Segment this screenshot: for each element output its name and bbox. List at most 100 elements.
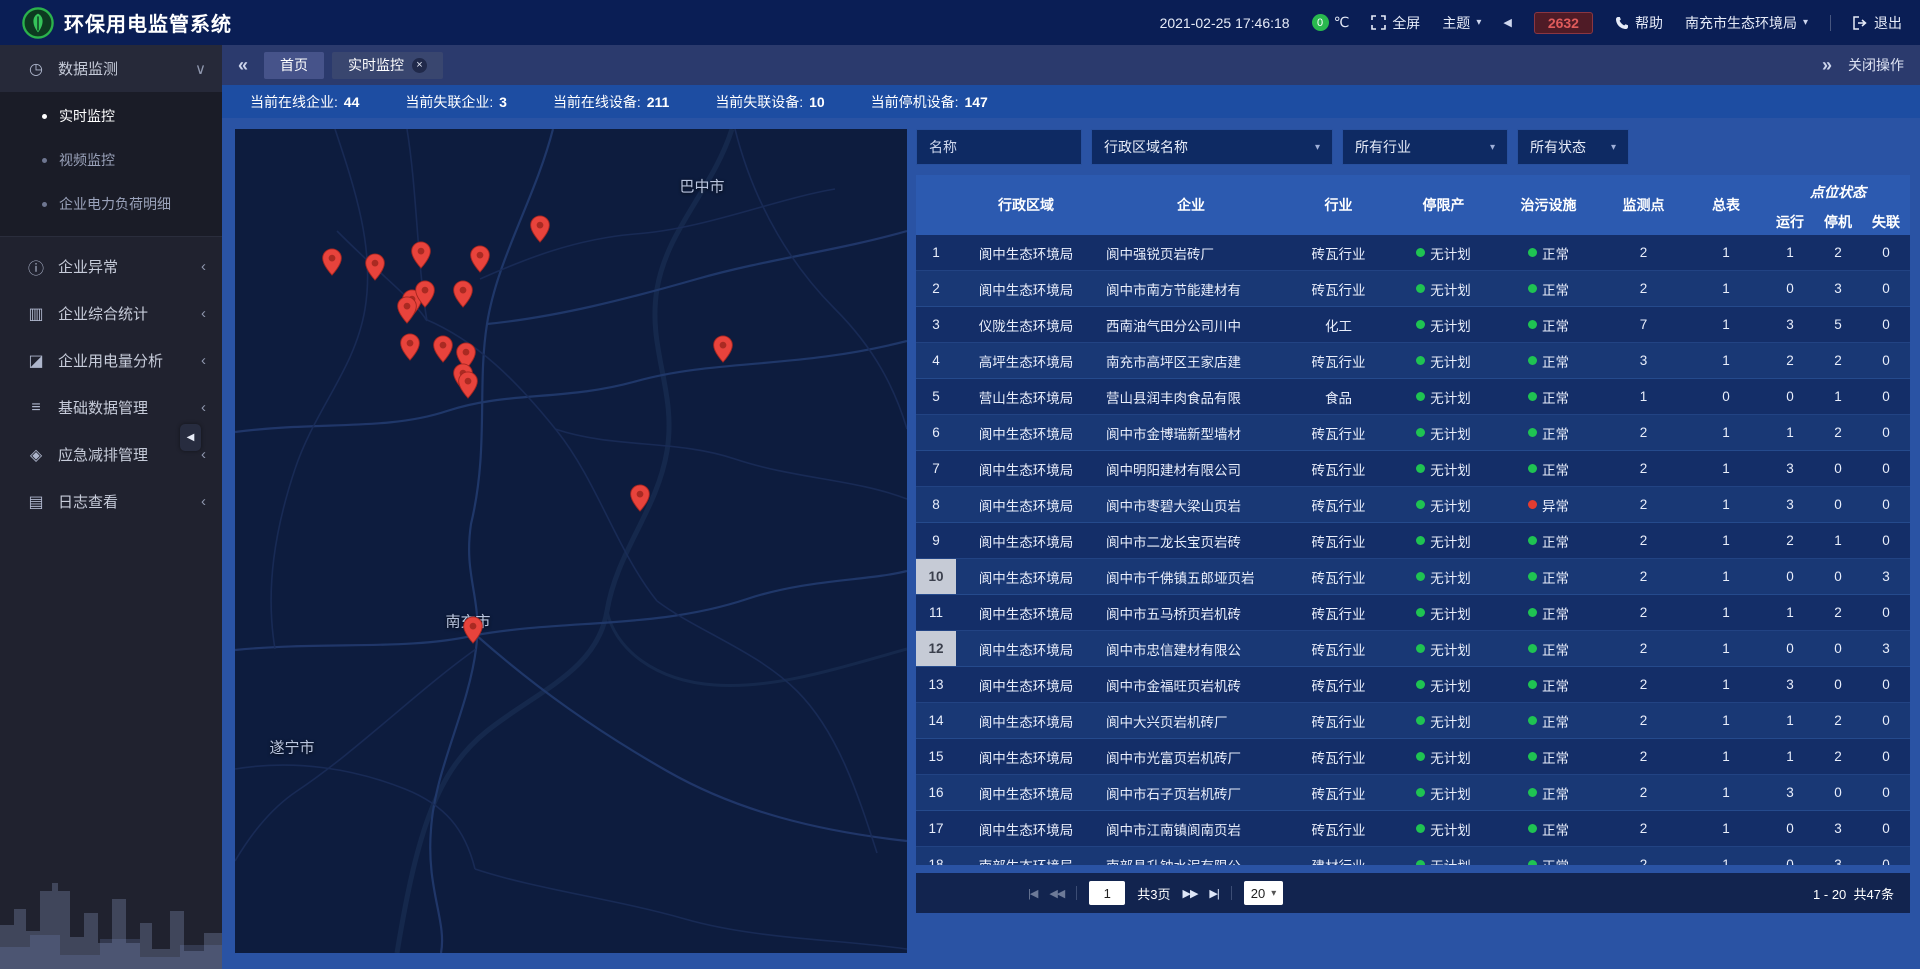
halt-text: 无计划: [1430, 855, 1471, 866]
sidebar-item-power-usage-analysis[interactable]: ◪企业用电量分析‹: [0, 337, 222, 384]
cell-facility-status: 正常: [1496, 811, 1601, 846]
cell-region: 阆中生态环境局: [956, 595, 1096, 630]
cell-facility-status: 正常: [1496, 523, 1601, 558]
map-pin-icon[interactable]: [713, 335, 734, 368]
row-number: 13: [916, 667, 956, 702]
logout-label: 退出: [1874, 13, 1902, 33]
sidebar-item-enterprise-statistics[interactable]: ▥企业综合统计‹: [0, 290, 222, 337]
table-row[interactable]: 16阆中生态环境局阆中市石子页岩机砖厂砖瓦行业无计划正常21300: [916, 775, 1910, 811]
map-pin-icon[interactable]: [433, 335, 454, 368]
table-row[interactable]: 5营山生态环境局营山县润丰肉食品有限食品无计划正常10010: [916, 379, 1910, 415]
cell-number: 2: [1601, 775, 1686, 810]
table-row[interactable]: 15阆中生态环境局阆中市光富页岩机砖厂砖瓦行业无计划正常21120: [916, 739, 1910, 775]
table-row[interactable]: 8阆中生态环境局阆中市枣碧大梁山页岩砖瓦行业无计划异常21300: [916, 487, 1910, 523]
table-row[interactable]: 1阆中生态环境局阆中强锐页岩砖厂砖瓦行业无计划正常21120: [916, 235, 1910, 271]
cell-number: 0: [1766, 559, 1814, 594]
industry-select[interactable]: 所有行业 ▾: [1342, 129, 1508, 165]
page-prev-icon[interactable]: ◀◀: [1049, 887, 1064, 900]
cell-company: 阆中市金福旺页岩机砖: [1096, 667, 1286, 702]
fullscreen-button[interactable]: 全屏: [1371, 13, 1420, 33]
map-pin-icon[interactable]: [453, 280, 474, 313]
map-pin-icon[interactable]: [630, 484, 651, 517]
cell-number: 0: [1862, 739, 1910, 774]
tabs-scroll-left-icon[interactable]: «: [238, 56, 248, 74]
table-row[interactable]: 17阆中生态环境局阆中市江南镇阆南页岩砖瓦行业无计划正常21030: [916, 811, 1910, 847]
help-button[interactable]: 帮助: [1615, 13, 1663, 33]
map-panel[interactable]: 巴中市南充市遂宁市: [235, 129, 907, 953]
facility-text: 正常: [1542, 279, 1569, 299]
page-size-select[interactable]: 20 ▾: [1244, 881, 1284, 905]
table-row[interactable]: 9阆中生态环境局阆中市二龙长宝页岩砖砖瓦行业无计划正常21210: [916, 523, 1910, 559]
green-dot-icon: [1528, 788, 1537, 797]
cell-number: 1: [1686, 307, 1766, 342]
table-row[interactable]: 18南部生态环境局南部县升钟水泥有限公建材行业无计划正常21030: [916, 847, 1910, 865]
map-pin-icon[interactable]: [470, 245, 491, 278]
page-next-icon[interactable]: ▶▶: [1182, 887, 1197, 900]
org-dropdown[interactable]: 南充市生态环境局 ▾: [1685, 13, 1808, 33]
table-row[interactable]: 3仪陇生态环境局西南油气田分公司川中化工无计划正常71350: [916, 307, 1910, 343]
green-dot-icon: [1528, 680, 1537, 689]
table-row[interactable]: 12阆中生态环境局阆中市忠信建材有限公砖瓦行业无计划正常21003: [916, 631, 1910, 667]
page-last-icon[interactable]: ▶|: [1209, 887, 1218, 900]
tabs-scroll-right-icon[interactable]: »: [1822, 56, 1832, 74]
table-row[interactable]: 14阆中生态环境局阆中大兴页岩机砖厂砖瓦行业无计划正常21120: [916, 703, 1910, 739]
cell-number: 3: [1766, 775, 1814, 810]
sidebar-subitem[interactable]: 视频监控: [0, 138, 222, 182]
sidebar-item-data-monitoring[interactable]: ◷数据监测∨: [0, 45, 222, 92]
table-row[interactable]: 2阆中生态环境局阆中市南方节能建材有砖瓦行业无计划正常21030: [916, 271, 1910, 307]
cell-company: 阆中市石子页岩机砖厂: [1096, 775, 1286, 810]
sidebar-collapse-toggle[interactable]: ◀: [180, 424, 201, 451]
map-pin-icon[interactable]: [400, 333, 421, 366]
table-row[interactable]: 7阆中生态环境局阆中明阳建材有限公司砖瓦行业无计划正常21300: [916, 451, 1910, 487]
page-number-input[interactable]: [1089, 881, 1125, 905]
table-row[interactable]: 6阆中生态环境局阆中市金博瑞新型墙材砖瓦行业无计划正常21120: [916, 415, 1910, 451]
table-row[interactable]: 13阆中生态环境局阆中市金福旺页岩机砖砖瓦行业无计划正常21300: [916, 667, 1910, 703]
col-header: 企业: [1096, 175, 1286, 235]
close-operations-button[interactable]: 关闭操作: [1848, 55, 1904, 75]
map-pin-icon[interactable]: [397, 296, 418, 329]
table-row[interactable]: 4高坪生态环境局南充市高坪区王家店建砖瓦行业无计划正常31220: [916, 343, 1910, 379]
cell-facility-status: 正常: [1496, 415, 1601, 450]
status-select[interactable]: 所有状态 ▾: [1517, 129, 1629, 165]
tab-close-icon[interactable]: ×: [412, 58, 427, 73]
green-dot-icon: [1416, 608, 1425, 617]
fullscreen-label: 全屏: [1392, 13, 1420, 33]
marquee-prev-icon[interactable]: ◀: [1503, 16, 1511, 29]
table-row[interactable]: 11阆中生态环境局阆中市五马桥页岩机砖砖瓦行业无计划正常21120: [916, 595, 1910, 631]
theme-dropdown[interactable]: 主题 ▾: [1442, 13, 1481, 33]
green-dot-icon: [1528, 608, 1537, 617]
sidebar-subitem-label: 实时监控: [59, 106, 115, 126]
table-row[interactable]: 10阆中生态环境局阆中市千佛镇五郎垭页岩砖瓦行业无计划正常21003: [916, 559, 1910, 595]
alarm-count-badge[interactable]: 2632: [1534, 12, 1593, 34]
green-dot-icon: [1416, 680, 1425, 689]
map-pin-icon[interactable]: [322, 248, 343, 281]
map-pin-icon[interactable]: [463, 616, 484, 649]
sidebar-subitem[interactable]: 企业电力负荷明细: [0, 182, 222, 226]
filter-bar: 行政区域名称 ▾ 所有行业 ▾ 所有状态 ▾: [916, 129, 1910, 165]
sidebar-item-log-view[interactable]: ▤日志查看‹: [0, 478, 222, 525]
green-dot-icon: [1416, 356, 1425, 365]
tab-item[interactable]: 实时监控×: [332, 52, 443, 79]
map-pin-icon[interactable]: [530, 215, 551, 248]
cell-company: 营山县润丰肉食品有限: [1096, 379, 1286, 414]
map-pin-icon[interactable]: [365, 253, 386, 286]
cell-number: 3: [1814, 847, 1862, 865]
sidebar-item-enterprise-abnormal[interactable]: ⓘ企业异常‹: [0, 243, 222, 290]
map-pin-icon[interactable]: [415, 280, 436, 313]
tab-item[interactable]: 首页: [264, 52, 324, 79]
cell-industry: 砖瓦行业: [1286, 667, 1391, 702]
cell-number: 1: [1766, 235, 1814, 270]
page-first-icon[interactable]: |◀: [1028, 887, 1037, 900]
cell-number: 2: [1601, 451, 1686, 486]
pager-divider: [1231, 886, 1232, 900]
chevron-left-icon: ‹: [201, 399, 206, 416]
map-pin-icon[interactable]: [411, 241, 432, 274]
cell-facility-status: 正常: [1496, 559, 1601, 594]
logout-button[interactable]: 退出: [1853, 13, 1902, 33]
map-pin-icon[interactable]: [458, 371, 479, 404]
cell-number: 2: [1601, 415, 1686, 450]
region-select[interactable]: 行政区域名称 ▾: [1091, 129, 1333, 165]
sidebar-subitem[interactable]: 实时监控: [0, 94, 222, 138]
name-search-input[interactable]: [916, 129, 1082, 165]
cell-number: 2: [1601, 739, 1686, 774]
